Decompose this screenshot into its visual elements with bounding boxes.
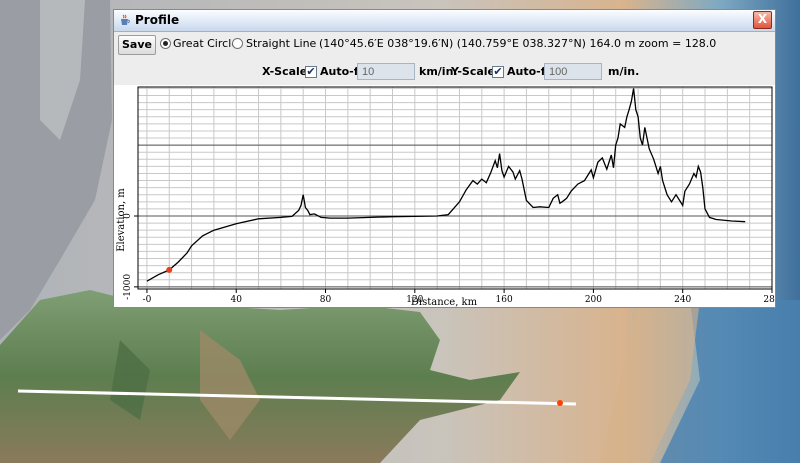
y-autofit-checkbox[interactable]: ✔ xyxy=(492,66,504,78)
elevation-chart-svg: -04080120160200240280 -10000 Distance, k… xyxy=(116,86,775,307)
y-scale-input[interactable] xyxy=(544,63,602,80)
x-scale-input[interactable] xyxy=(357,63,415,80)
y-scale-label: Y-Scale xyxy=(451,65,496,78)
straight-line-label[interactable]: Straight Line xyxy=(246,37,316,50)
y-axis-label: Elevation, m xyxy=(116,188,127,252)
x-tick-label: 240 xyxy=(674,295,691,305)
x-tick-label: 280 xyxy=(763,295,775,305)
x-tick-label: 160 xyxy=(496,295,513,305)
x-tick-label: -0 xyxy=(143,295,152,305)
close-button[interactable]: X xyxy=(753,11,772,29)
scale-row: X-Scale ✔ Auto-fit km/in. Y-Scale ✔ Auto… xyxy=(114,63,775,85)
profile-chart[interactable]: -04080120160200240280 -10000 Distance, k… xyxy=(114,85,775,307)
java-cup-icon xyxy=(121,14,130,25)
toolbar-row: Save Great Circle Straight Line (140°45.… xyxy=(114,35,775,57)
minor-grid xyxy=(138,87,773,289)
x-tick-label: 80 xyxy=(320,295,332,305)
title-bar[interactable]: Profile X xyxy=(114,10,775,32)
x-axis-label: Distance, km xyxy=(411,297,478,307)
position-marker xyxy=(166,266,173,273)
x-autofit-checkbox[interactable]: ✔ xyxy=(305,66,317,78)
great-circle-radio[interactable] xyxy=(160,38,171,49)
y-tick-label: -1000 xyxy=(123,274,133,300)
x-scale-label: X-Scale xyxy=(262,65,308,78)
close-icon: X xyxy=(757,12,768,26)
save-button[interactable]: Save xyxy=(118,35,156,55)
profile-window: Profile X Save Great Circle Straight Lin… xyxy=(113,9,776,308)
great-circle-label[interactable]: Great Circle xyxy=(173,37,238,50)
window-title: Profile xyxy=(135,13,180,27)
y-unit-label: m/in. xyxy=(608,65,640,78)
x-tick-label: 200 xyxy=(585,295,602,305)
coordinates-readout: (140°45.6′E 038°19.6′N) (140.759°E 038.3… xyxy=(319,37,717,50)
x-tick-label: 40 xyxy=(230,295,242,305)
straight-line-radio[interactable] xyxy=(232,38,243,49)
